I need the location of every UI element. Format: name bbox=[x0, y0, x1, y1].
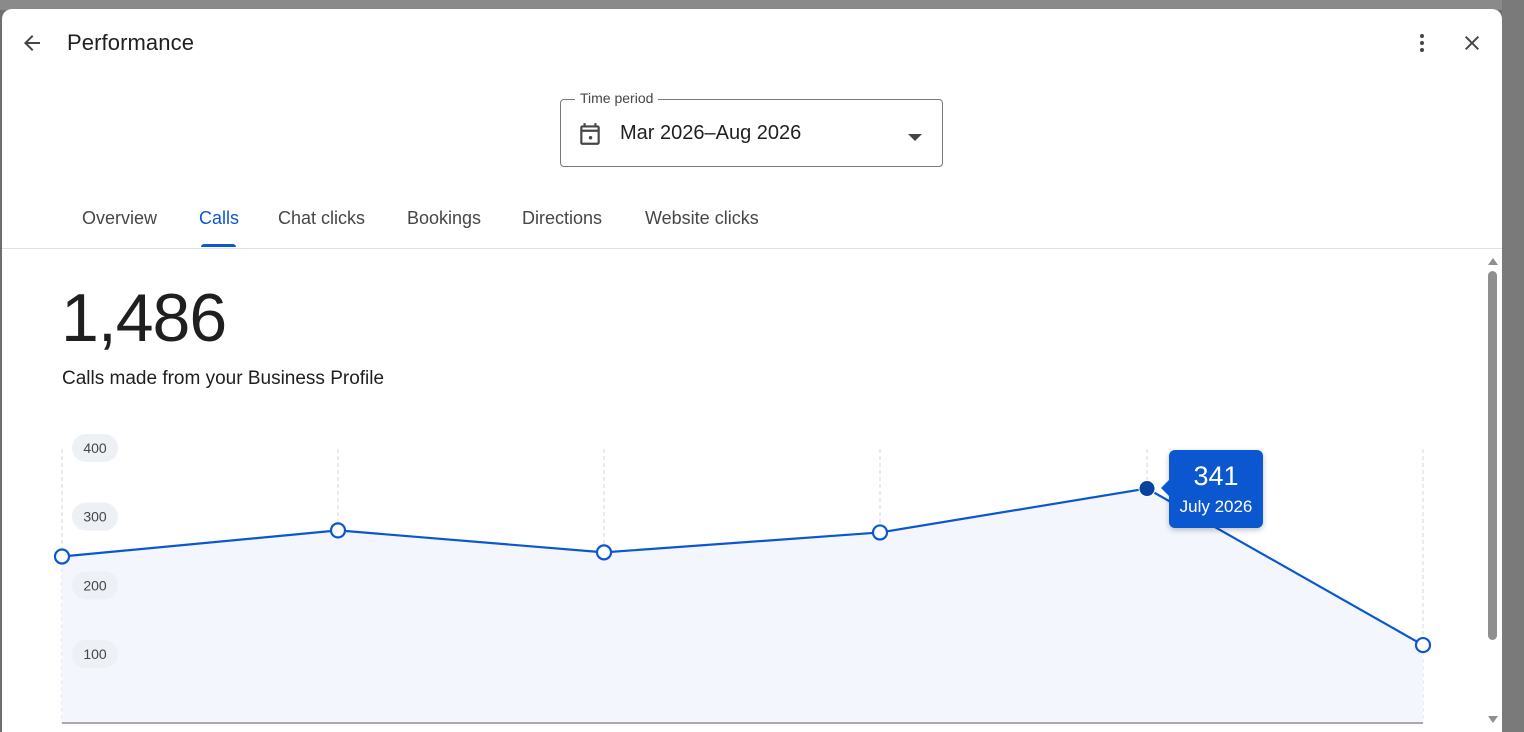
y-tick-label: 200 bbox=[83, 577, 107, 593]
background-overlay bbox=[1502, 0, 1524, 732]
y-tick-label: 400 bbox=[83, 440, 107, 456]
content-scrollbar[interactable] bbox=[1484, 254, 1502, 732]
y-tick-label: 300 bbox=[83, 509, 107, 525]
data-point bbox=[53, 548, 71, 565]
scroll-down-arrow[interactable] bbox=[1488, 716, 1498, 723]
tooltip-value: 341 bbox=[1193, 461, 1239, 491]
scroll-up-arrow[interactable] bbox=[1488, 258, 1498, 265]
data-point bbox=[329, 522, 347, 539]
data-point-selected bbox=[1138, 480, 1156, 498]
tooltip-arrow bbox=[1161, 480, 1169, 496]
tooltip-label: July 2026 bbox=[1179, 497, 1253, 516]
data-point bbox=[1414, 636, 1432, 654]
data-point bbox=[595, 544, 613, 561]
data-point bbox=[871, 524, 889, 541]
performance-dialog: Performance Time period Mar 2026–Aug 202… bbox=[2, 9, 1502, 732]
y-tick-label: 100 bbox=[83, 646, 107, 662]
calls-line-chart: 100 200 300 400 bbox=[53, 434, 1432, 724]
scroll-thumb[interactable] bbox=[1488, 271, 1497, 640]
chart-tooltip: 341 July 2026 bbox=[1161, 450, 1263, 528]
